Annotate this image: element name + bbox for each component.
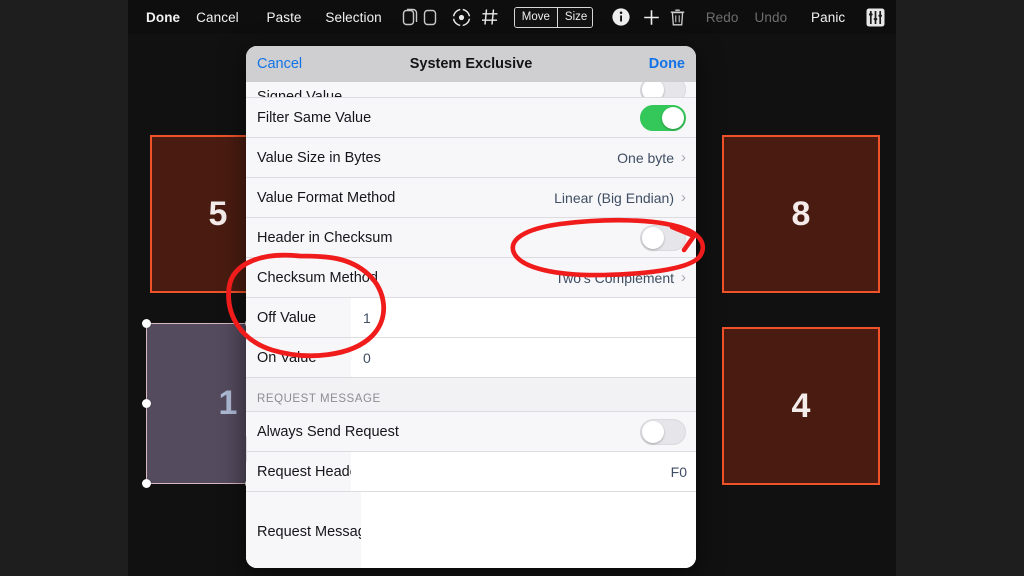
resize-handle-left-middle[interactable] bbox=[142, 398, 151, 408]
row-value-size-in-bytes[interactable]: Value Size in Bytes One byte › bbox=[246, 138, 696, 178]
toggle-knob bbox=[662, 106, 684, 129]
row-signed-value[interactable]: Signed Value bbox=[246, 82, 696, 98]
resize-handle-bottom-left[interactable] bbox=[142, 479, 151, 488]
row-label: On Value bbox=[257, 349, 317, 366]
row-label: Always Send Request bbox=[257, 423, 399, 440]
settings-list[interactable]: Signed Value Filter Same Value Value Siz… bbox=[246, 82, 696, 568]
toggle-knob bbox=[642, 420, 664, 443]
row-label: Filter Same Value bbox=[257, 109, 372, 126]
row-label: Request Header bbox=[257, 463, 363, 480]
header-in-checksum-toggle[interactable] bbox=[640, 224, 686, 251]
pad-1-selected[interactable]: 1 bbox=[142, 319, 254, 488]
letterbox-left bbox=[0, 0, 128, 576]
row-label: Off Value bbox=[257, 309, 317, 326]
row-request-message[interactable]: Request Message bbox=[246, 492, 696, 568]
toggle-knob bbox=[642, 82, 664, 97]
row-on-value[interactable]: On Value 0 bbox=[246, 338, 696, 378]
toolbar-done-button[interactable]: Done bbox=[138, 10, 188, 25]
row-value: One byte bbox=[617, 149, 674, 166]
row-label: Signed Value bbox=[257, 89, 343, 98]
pad-label: 5 bbox=[208, 194, 228, 233]
row-filter-same-value[interactable]: Filter Same Value bbox=[246, 98, 696, 138]
toolbar-cancel-button[interactable]: Cancel bbox=[188, 10, 247, 25]
pad-4[interactable]: 4 bbox=[722, 327, 880, 485]
dialog-done-button[interactable]: Done bbox=[649, 56, 685, 72]
copy-icon[interactable] bbox=[402, 4, 419, 30]
target-icon[interactable] bbox=[451, 4, 472, 30]
toolbar-undo-button[interactable]: Undo bbox=[747, 10, 796, 25]
toolbar-panic-button[interactable]: Panic bbox=[803, 10, 853, 25]
dialog-header: Cancel System Exclusive Done bbox=[246, 46, 696, 82]
plus-icon[interactable] bbox=[642, 4, 661, 30]
row-control bbox=[640, 224, 696, 251]
toolbar-selection-button[interactable]: Selection bbox=[317, 10, 389, 25]
sliders-icon[interactable] bbox=[865, 4, 886, 30]
duplicate-icon[interactable] bbox=[422, 4, 439, 30]
grid-icon[interactable] bbox=[480, 4, 500, 30]
row-header-in-checksum[interactable]: Header in Checksum bbox=[246, 218, 696, 258]
toolbar-redo-button[interactable]: Redo bbox=[698, 10, 747, 25]
row-value: Two's Complement bbox=[555, 269, 674, 286]
row-value-format-method[interactable]: Value Format Method Linear (Big Endian) … bbox=[246, 178, 696, 218]
dialog-cancel-button[interactable]: Cancel bbox=[257, 56, 302, 72]
row-checksum-method[interactable]: Checksum Method Two's Complement › bbox=[246, 258, 696, 298]
letterbox-right bbox=[896, 0, 1024, 576]
request-header-input[interactable]: F0 bbox=[351, 452, 696, 491]
trash-icon[interactable] bbox=[669, 4, 686, 30]
row-request-header[interactable]: Request Header F0 bbox=[246, 452, 696, 492]
row-control bbox=[640, 418, 696, 445]
info-icon[interactable] bbox=[611, 4, 631, 30]
popover-arrow bbox=[246, 436, 247, 462]
row-control: Two's Complement › bbox=[555, 270, 696, 286]
row-control: Linear (Big Endian) › bbox=[554, 190, 696, 206]
request-message-input[interactable] bbox=[361, 492, 696, 568]
row-label: Checksum Method bbox=[257, 269, 378, 286]
segment-move[interactable]: Move bbox=[514, 7, 558, 27]
dialog-title: System Exclusive bbox=[409, 56, 533, 72]
section-header-request-message: REQUEST MESSAGE bbox=[246, 378, 696, 412]
always-send-request-toggle[interactable] bbox=[640, 418, 686, 445]
chevron-right-icon: › bbox=[681, 189, 686, 206]
row-control bbox=[640, 104, 696, 131]
row-value: Linear (Big Endian) bbox=[554, 189, 674, 206]
on-value-input[interactable]: 0 bbox=[351, 338, 696, 377]
row-off-value[interactable]: Off Value 1 bbox=[246, 298, 696, 338]
resize-handle-top-left[interactable] bbox=[142, 319, 151, 328]
row-control bbox=[640, 82, 696, 97]
off-value-input[interactable]: 1 bbox=[351, 298, 696, 337]
pad-label: 4 bbox=[791, 386, 811, 425]
chevron-right-icon: › bbox=[681, 149, 686, 166]
signed-value-toggle[interactable] bbox=[640, 82, 686, 97]
toggle-knob bbox=[642, 226, 664, 249]
filter-same-value-toggle[interactable] bbox=[640, 104, 686, 131]
top-toolbar: Done Cancel Paste Selection Move Size Re… bbox=[128, 0, 896, 34]
row-label: Value Format Method bbox=[257, 189, 396, 206]
chevron-right-icon: › bbox=[681, 269, 686, 286]
pad-8[interactable]: 8 bbox=[722, 135, 880, 293]
pad-label: 8 bbox=[791, 194, 811, 233]
row-control: One byte › bbox=[617, 150, 696, 166]
toolbar-paste-button[interactable]: Paste bbox=[259, 10, 310, 25]
row-label: Request Message bbox=[246, 492, 374, 568]
row-label: Header in Checksum bbox=[257, 229, 393, 246]
row-always-send-request[interactable]: Always Send Request bbox=[246, 412, 696, 452]
pad-label: 1 bbox=[218, 384, 238, 422]
row-label: Value Size in Bytes bbox=[257, 149, 381, 166]
mode-segmented-control[interactable]: Move Size Both bbox=[513, 6, 593, 28]
segment-size[interactable]: Size bbox=[557, 7, 592, 27]
system-exclusive-dialog: Cancel System Exclusive Done Signed Valu… bbox=[246, 46, 696, 568]
